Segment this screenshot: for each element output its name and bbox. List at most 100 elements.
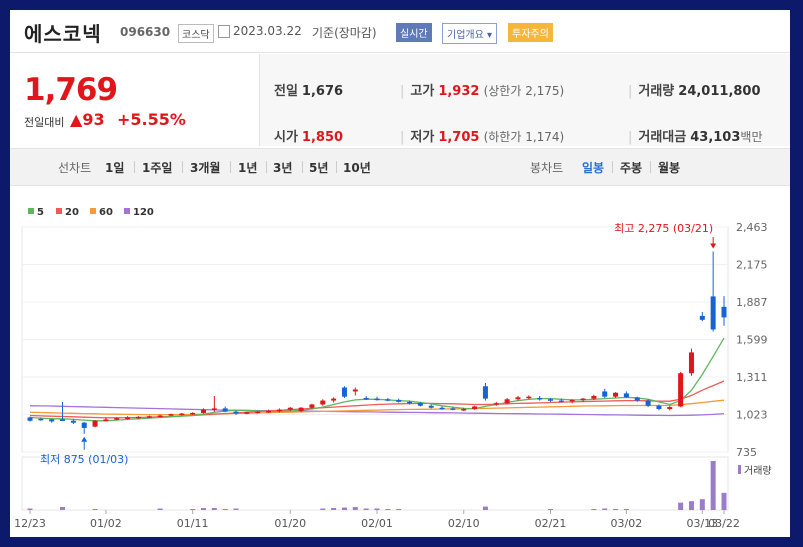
period-10y[interactable]: 10년 [343,159,371,176]
volume-bar [190,509,196,510]
candle [407,401,413,404]
change-label: 전일대비 [24,116,65,129]
x-tick-label: 03/22 [708,517,740,530]
candle [493,403,499,405]
candle [49,419,55,422]
volume-bar [396,509,402,510]
candle [233,411,239,414]
prev-close: 전일 1,676 [274,84,344,99]
volume-bar [341,507,347,510]
candle [569,399,575,402]
period-weekly[interactable]: 주봉 [620,159,642,176]
period-1y[interactable]: 1년 [238,159,257,176]
volume-bar [699,499,705,510]
open-price: 시가 1,850 [274,130,344,145]
quote-basis: 기준(장마감) [312,26,377,40]
x-tick-label: 01/20 [274,517,306,530]
volume-bar [678,502,684,510]
stock-name: 에스코넥 [24,22,102,46]
period-5y[interactable]: 5년 [309,159,328,176]
candle [38,418,44,421]
candle [341,387,347,397]
volume-bar [374,508,380,510]
candle [613,392,619,397]
y-tick-label: 1,599 [736,334,768,347]
x-tick-label: 02/21 [535,517,567,530]
candle [81,422,87,428]
volume-bar [613,509,619,510]
candle [363,397,369,400]
candle [276,409,282,412]
candle [179,413,185,416]
candle [320,400,326,405]
volume-bar [482,506,488,510]
x-tick-label: 02/10 [448,517,480,530]
candle [450,408,456,410]
candle [60,419,66,421]
volume-bar [710,461,716,510]
volume-bar [623,509,629,510]
volume-bar [27,508,33,510]
trade-amount: | 거래대금 43,103백만 [628,130,763,145]
low-arrow-head [81,436,88,442]
candle [428,405,434,408]
y-tick-label: 1,311 [736,371,768,384]
volume-legend-swatch [738,465,741,474]
period-3y[interactable]: 3년 [273,159,292,176]
candle [190,412,196,415]
candle [461,409,467,411]
candle [721,306,727,318]
candle [266,410,272,413]
period-daily[interactable]: 일봉 [582,159,604,176]
candle [634,397,640,401]
market-badge: 코스닥 [178,24,214,43]
company-overview-button[interactable]: 기업개요 ▾ [442,23,498,44]
candle [482,386,488,399]
x-tick-label: 03/02 [611,517,643,530]
quote-grid: 전일 1,676 | 고가 1,932 (상한가 2,175) | 거래량 24,011,… [259,54,790,146]
period-3m[interactable]: 3개월 [190,159,220,176]
candle [135,416,141,419]
candle [439,407,445,410]
candle [396,399,402,402]
candle [385,399,391,401]
volume-bar [591,509,597,510]
period-1d[interactable]: 1일 [105,159,124,176]
candle [146,416,152,418]
stock-widget: 에스코넥 096630 코스닥 2023.03.22 기준(장마감) 실시간 기… [10,10,790,537]
line-chart-label[interactable]: 선차트 [58,159,91,176]
volume-label: 거래량 [744,465,772,477]
candle [548,399,553,401]
candle [504,399,510,404]
candle [699,315,705,320]
stock-header: 에스코넥 096630 코스닥 2023.03.22 기준(장마감) 실시간 기… [10,10,790,53]
candle [103,419,109,421]
candle [602,391,608,397]
candle [623,393,629,398]
candle [558,400,564,403]
volume-bar [211,508,217,510]
candle-chart-label[interactable]: 봉차트 [530,159,563,176]
candle [70,420,76,423]
volume-bar [92,509,98,510]
investment-warning-badge: 투자주의 [508,23,553,42]
period-monthly[interactable]: 월봉 [658,159,680,176]
candle [157,415,163,418]
price-summary: 1,769 전일대비 ▲93 +5.55% [10,54,258,146]
x-tick-label: 01/02 [90,517,122,530]
realtime-button[interactable]: 실시간 [396,23,432,42]
candle [168,414,174,416]
volume-bar [363,508,369,510]
volume-bar [602,508,608,510]
current-price: 1,769 [24,72,118,108]
change-value: ▲93 [70,110,105,129]
volume-bar [688,501,694,510]
y-tick-label: 735 [736,446,757,459]
candle [472,406,478,410]
calendar-icon[interactable] [218,25,230,38]
quote-date: 2023.03.22 [233,24,302,38]
period-1w[interactable]: 1주일 [142,159,172,176]
candlestick-chart: 2,463 2,175 1,887 1,599 1,311 1,023 735 12/23 01… [14,221,772,530]
day-low: | 저가 1,705 (하한가 1,174) [400,130,565,145]
volume-bar [385,509,391,510]
